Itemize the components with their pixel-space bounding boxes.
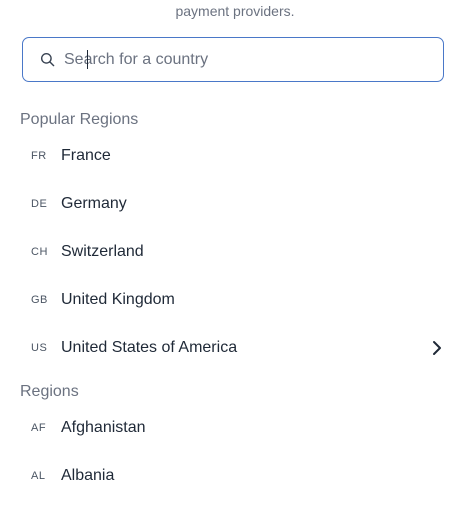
country-name: Switzerland [61, 243, 144, 260]
chevron-right-icon [430, 339, 444, 357]
popular-regions-heading: Popular Regions [20, 111, 139, 128]
country-row-us[interactable]: US United States of America [0, 324, 470, 372]
country-code: GB [31, 294, 48, 306]
country-row-ch[interactable]: CH Switzerland [0, 228, 470, 276]
country-code: AL [31, 470, 46, 482]
country-name: Germany [61, 195, 127, 212]
country-row-de[interactable]: DE Germany [0, 180, 470, 228]
text-caret [87, 50, 88, 69]
country-name: Albania [61, 467, 115, 484]
provider-note: payment providers. [0, 2, 470, 20]
country-name: United States of America [61, 339, 238, 356]
search-input[interactable] [64, 47, 443, 72]
provider-note-text: payment providers. [175, 3, 295, 19]
search-icon [39, 52, 55, 68]
country-name: United Kingdom [61, 291, 175, 308]
regions-heading: Regions [20, 383, 79, 400]
country-code: DE [31, 198, 48, 210]
country-code: US [31, 342, 48, 354]
country-row-gb[interactable]: GB United Kingdom [0, 276, 470, 324]
country-row-al[interactable]: AL Albania [0, 452, 470, 500]
country-search-box[interactable] [22, 37, 444, 82]
country-code: AF [31, 422, 47, 434]
country-name: France [61, 147, 111, 164]
country-code: FR [31, 150, 47, 162]
country-name: Afghanistan [61, 419, 146, 436]
country-code: CH [31, 246, 48, 258]
country-row-fr[interactable]: FR France [0, 132, 470, 180]
country-row-af[interactable]: AF Afghanistan [0, 404, 470, 452]
